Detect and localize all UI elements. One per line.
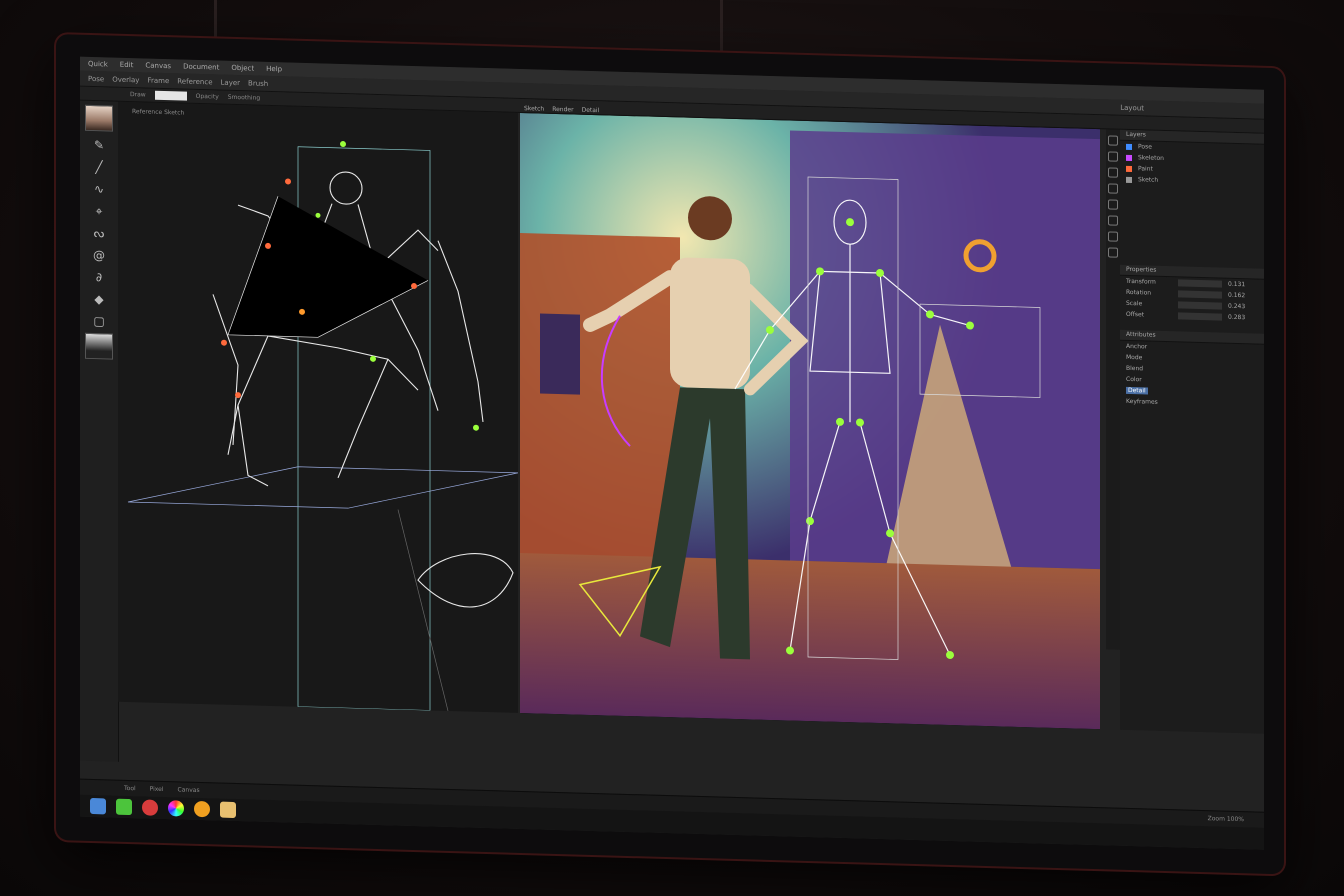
layer-name: Paint — [1138, 165, 1153, 173]
painting — [520, 112, 1100, 730]
app-red-icon[interactable] — [142, 799, 158, 816]
property-value: 0.243 — [1228, 302, 1246, 311]
toolbar-item[interactable]: Layer — [221, 78, 241, 87]
workspace-select[interactable]: Layout — [1120, 103, 1144, 112]
render-canvas[interactable] — [520, 112, 1100, 730]
property-label: Rotation — [1126, 288, 1152, 297]
finder-icon[interactable] — [90, 797, 106, 815]
gear-icon[interactable] — [194, 800, 210, 818]
zoom-readout[interactable]: Zoom 100% — [1208, 815, 1244, 823]
move-icon[interactable] — [1108, 135, 1118, 146]
layer-icon[interactable] — [1108, 199, 1118, 210]
menu-item[interactable]: Object — [231, 64, 254, 73]
sketch-panel: Reference Sketch — [118, 101, 518, 713]
menu-item[interactable]: Edit — [120, 61, 134, 69]
attribute-label: Color — [1126, 375, 1142, 384]
color-wheel-icon[interactable] — [168, 800, 184, 817]
property-field[interactable] — [1178, 290, 1222, 299]
property-value: 0.131 — [1228, 280, 1246, 289]
attribute-label: Keyframes — [1126, 397, 1158, 406]
lock-icon[interactable] — [1108, 247, 1118, 258]
property-label: Scale — [1126, 299, 1143, 308]
property-field[interactable] — [1178, 279, 1222, 288]
pen-icon[interactable]: ✎ — [89, 137, 109, 154]
line-icon[interactable]: ╱ — [89, 159, 109, 176]
reference-thumbnail[interactable] — [85, 332, 113, 360]
attribute-label: Blend — [1126, 364, 1144, 373]
option-field[interactable] — [154, 90, 187, 101]
brush-icon[interactable] — [1108, 167, 1118, 178]
app-green-icon[interactable] — [116, 798, 132, 816]
menu-item[interactable]: Canvas — [145, 61, 171, 70]
grid-icon[interactable] — [1108, 215, 1118, 226]
property-label: Transform — [1126, 277, 1156, 286]
folder-icon[interactable] — [220, 801, 236, 819]
frame-icon[interactable]: ▢ — [89, 313, 109, 330]
toolbar-item[interactable]: Brush — [248, 79, 268, 88]
layer-color-swatch — [1126, 176, 1132, 183]
layer-name: Pose — [1138, 143, 1152, 151]
property-value: 0.162 — [1228, 291, 1246, 300]
status-item: Canvas — [177, 786, 200, 795]
layer-color-swatch — [1126, 154, 1132, 161]
layer-color-swatch — [1126, 165, 1132, 172]
tool-strip: ✎ ╱ ∿ ⌖ ᔓ @ ∂ ◆ ▢ — [80, 100, 119, 762]
layer-name: Skeleton — [1138, 154, 1164, 162]
menu-item[interactable]: Help — [266, 65, 282, 73]
option-label: Smoothing — [227, 93, 261, 102]
toolbar-item[interactable]: Reference — [177, 77, 212, 86]
spiral-icon[interactable]: @ — [89, 247, 109, 264]
property-value: 0.283 — [1228, 313, 1246, 322]
menu-item[interactable]: Document — [183, 63, 219, 72]
tab-render[interactable]: Render — [552, 105, 573, 113]
attribute-label: Mode — [1126, 353, 1143, 362]
property-field[interactable] — [1178, 301, 1222, 310]
property-field[interactable] — [1178, 312, 1222, 321]
pin-icon[interactable] — [1108, 183, 1118, 194]
status-item: Tool — [124, 784, 136, 793]
sketch-drawing[interactable] — [118, 102, 518, 713]
toolbar-item[interactable]: Pose — [88, 74, 104, 82]
toolbar-item[interactable]: Overlay — [112, 75, 139, 84]
link-icon[interactable] — [1108, 231, 1118, 242]
monitor-frame: Quick Edit Canvas Document Object Help P… — [56, 34, 1284, 875]
hook-icon[interactable]: ∂ — [89, 269, 109, 286]
layer-name: Sketch — [1138, 176, 1159, 184]
user-avatar[interactable] — [85, 104, 113, 132]
screen: Quick Edit Canvas Document Object Help P… — [80, 56, 1264, 850]
option-label: Opacity — [195, 92, 219, 101]
eye-icon[interactable] — [1108, 151, 1118, 162]
bucket-icon[interactable]: ◆ — [89, 291, 109, 308]
attribute-label: Anchor — [1126, 342, 1148, 351]
lasso-icon[interactable]: ᔓ — [89, 225, 109, 242]
tab-sketch[interactable]: Sketch — [524, 105, 544, 113]
properties-panel: Layers Pose Skeleton Paint Sketch Proper… — [1120, 129, 1264, 734]
status-item: Pixel — [149, 785, 164, 794]
menu-item[interactable]: Quick — [88, 60, 108, 69]
curve-icon[interactable]: ∿ — [89, 181, 109, 198]
property-label: Offset — [1126, 310, 1145, 319]
layer-color-swatch — [1126, 143, 1132, 150]
side-icon-column — [1106, 129, 1120, 650]
attribute-label-selected: Detail — [1126, 386, 1148, 395]
node-icon[interactable]: ⌖ — [89, 203, 109, 220]
toolbar-item[interactable]: Frame — [147, 76, 169, 85]
tab-detail[interactable]: Detail — [582, 106, 600, 113]
option-label: Draw — [130, 91, 146, 99]
